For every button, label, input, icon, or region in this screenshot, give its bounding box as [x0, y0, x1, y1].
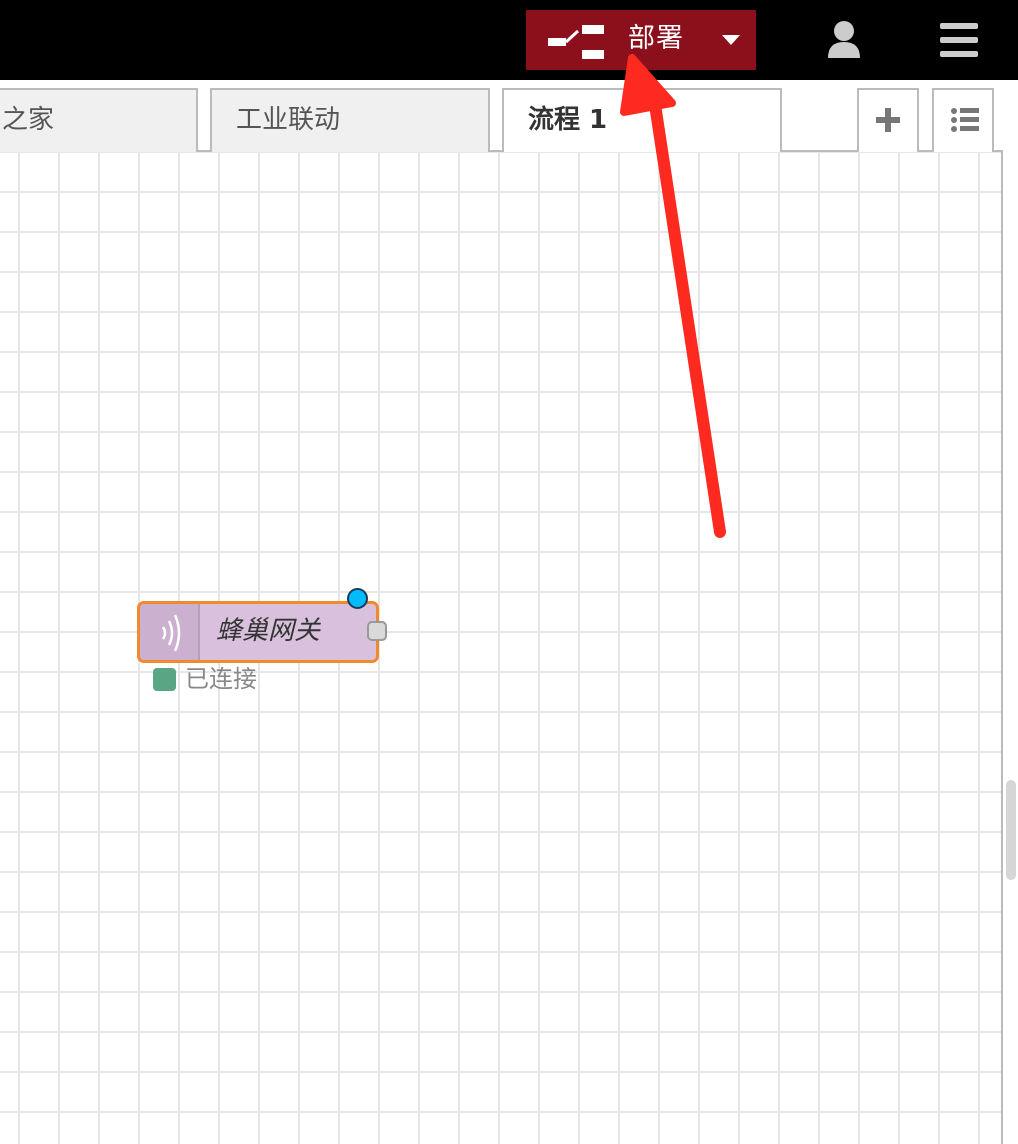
- flow-node[interactable]: 蜂巢网关: [137, 601, 379, 663]
- node-output-port[interactable]: [367, 621, 387, 641]
- tab-flow-1[interactable]: 流程 1: [502, 88, 782, 154]
- wireless-signal-icon: [161, 614, 181, 652]
- tab-label: 流程 1: [528, 105, 608, 135]
- node-status-text: 已连接: [185, 665, 257, 693]
- add-tab-button[interactable]: [857, 88, 919, 152]
- list-icon: [951, 108, 979, 132]
- node-icon-box: [140, 604, 200, 660]
- user-icon[interactable]: [826, 20, 862, 60]
- node-changed-indicator: [347, 588, 368, 609]
- node-label: 蜂巢网关: [216, 616, 321, 646]
- workspace-tab-bar: 之家 工业联动 流程 1: [0, 80, 1003, 154]
- header-bar: 部署: [0, 0, 1018, 80]
- caret-down-icon[interactable]: [722, 35, 740, 45]
- tab-label: 工业联动: [236, 105, 341, 135]
- tab-industrial-linkage[interactable]: 工业联动: [210, 88, 490, 152]
- plus-icon: [876, 108, 900, 132]
- deploy-icon: [548, 25, 604, 59]
- tab-label: 之家: [2, 105, 55, 135]
- node-status-indicator: [153, 668, 176, 691]
- vertical-scrollbar[interactable]: [1006, 780, 1016, 880]
- tab-home[interactable]: 之家: [0, 88, 198, 152]
- list-tabs-button[interactable]: [932, 88, 994, 152]
- hamburger-menu-icon[interactable]: [940, 23, 978, 57]
- deploy-label: 部署: [628, 23, 684, 54]
- deploy-button[interactable]: 部署: [526, 10, 756, 70]
